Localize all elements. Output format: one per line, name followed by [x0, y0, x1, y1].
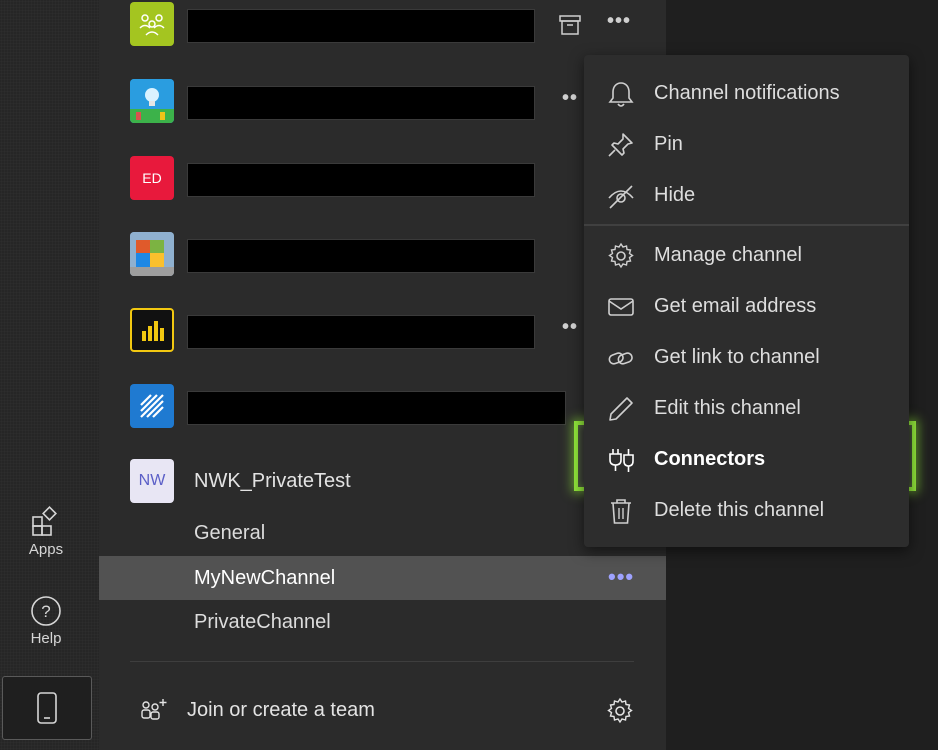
team-name[interactable]: NWK_PrivateTest	[194, 470, 351, 493]
device-button[interactable]	[2, 676, 92, 740]
power-bi-icon	[142, 321, 164, 341]
menu-item-label: Edit this channel	[654, 397, 801, 419]
channel-label: PrivateChannel	[194, 611, 331, 633]
team-avatar: NW	[130, 459, 174, 503]
redacted-team-name	[187, 9, 535, 43]
channel-mynewchannel[interactable]: MyNewChannel •••	[99, 556, 666, 600]
team-row[interactable]: ••	[99, 79, 666, 125]
menu-item-label: Pin	[654, 133, 683, 155]
mobile-icon	[37, 692, 57, 724]
more-options-icon[interactable]: •••	[607, 10, 631, 33]
redacted-team-name	[187, 315, 535, 349]
app-rail: Apps ? Help	[0, 0, 99, 750]
team-row[interactable]: ED	[99, 156, 666, 202]
building-image-icon	[130, 232, 174, 276]
menu-item-connectors[interactable]: Connectors	[584, 434, 909, 484]
apps-icon	[32, 506, 57, 536]
arrows-logo-icon	[140, 394, 164, 418]
team-avatar	[130, 79, 174, 123]
menu-item-get-email-address[interactable]: Get email address	[584, 281, 909, 331]
plug-icon	[609, 449, 634, 472]
menu-item-label: Get email address	[654, 295, 817, 317]
redacted-team-name	[187, 391, 566, 425]
channel-label: MyNewChannel	[194, 567, 336, 589]
add-team-icon	[141, 699, 167, 720]
menu-item-label: Get link to channel	[654, 346, 820, 368]
menu-separator	[584, 224, 909, 226]
redacted-team-name	[187, 163, 535, 197]
more-options-icon[interactable]: ••	[562, 316, 578, 339]
eye-off-icon	[608, 185, 634, 209]
team-avatar-initials: NW	[138, 472, 166, 489]
redacted-team-name	[187, 86, 535, 120]
menu-item-label: Hide	[654, 184, 696, 206]
pin-icon	[608, 133, 633, 157]
help-icon: ?	[31, 596, 61, 626]
menu-item-label: Manage channel	[654, 244, 802, 266]
lightbulb-icon	[130, 79, 174, 123]
link-icon	[608, 352, 633, 365]
pencil-icon	[609, 397, 633, 421]
apps-label: Apps	[28, 541, 64, 558]
menu-item-hide[interactable]: Hide	[584, 170, 909, 220]
team-row[interactable]	[99, 232, 666, 278]
divider	[130, 661, 634, 662]
team-avatar	[130, 384, 174, 428]
help-label: Help	[30, 630, 62, 647]
team-avatar	[130, 2, 174, 46]
help-button[interactable]: ? Help	[0, 594, 92, 647]
menu-item-channel-notifications[interactable]: Channel notifications	[584, 68, 909, 118]
bell-icon	[608, 82, 634, 107]
channel-privatechannel[interactable]: PrivateChannel	[99, 600, 666, 644]
team-avatar	[130, 232, 174, 276]
trash-icon	[611, 499, 631, 524]
redacted-team-name	[187, 239, 535, 273]
team-avatar: ED	[130, 156, 174, 200]
gear-icon[interactable]	[606, 697, 634, 725]
menu-item-label: Channel notifications	[654, 82, 840, 104]
more-options-icon[interactable]: •••	[608, 564, 634, 590]
menu-item-label: Delete this channel	[654, 499, 825, 521]
team-avatar-initials: ED	[142, 170, 162, 186]
svg-text:?: ?	[41, 602, 50, 621]
archive-icon[interactable]	[558, 14, 582, 36]
teams-panel: ••• •• ED •• NW NWK_PrivateTest General …	[99, 0, 666, 750]
menu-item-edit-channel[interactable]: Edit this channel	[584, 383, 909, 433]
more-options-icon[interactable]: ••	[562, 87, 578, 110]
people-icon	[139, 14, 165, 36]
gear-icon	[608, 242, 634, 269]
team-row[interactable]: •••	[99, 2, 666, 48]
channel-general[interactable]: General	[99, 511, 666, 555]
menu-item-label: Connectors	[654, 448, 766, 470]
menu-item-get-link[interactable]: Get link to channel	[584, 332, 909, 382]
apps-button[interactable]: Apps	[0, 505, 92, 558]
menu-item-delete-channel[interactable]: Delete this channel	[584, 485, 909, 535]
join-team-label: Join or create a team	[187, 699, 375, 721]
join-or-create-team[interactable]: Join or create a team	[99, 685, 666, 735]
team-avatar	[130, 308, 174, 352]
team-row[interactable]: ••	[99, 308, 666, 354]
menu-item-manage-channel[interactable]: Manage channel	[584, 230, 909, 280]
mail-icon	[608, 298, 634, 316]
menu-item-pin[interactable]: Pin	[584, 119, 909, 169]
channel-context-menu: Channel notifications Pin Hide Manage ch…	[584, 55, 909, 547]
channel-label: General	[194, 522, 266, 544]
